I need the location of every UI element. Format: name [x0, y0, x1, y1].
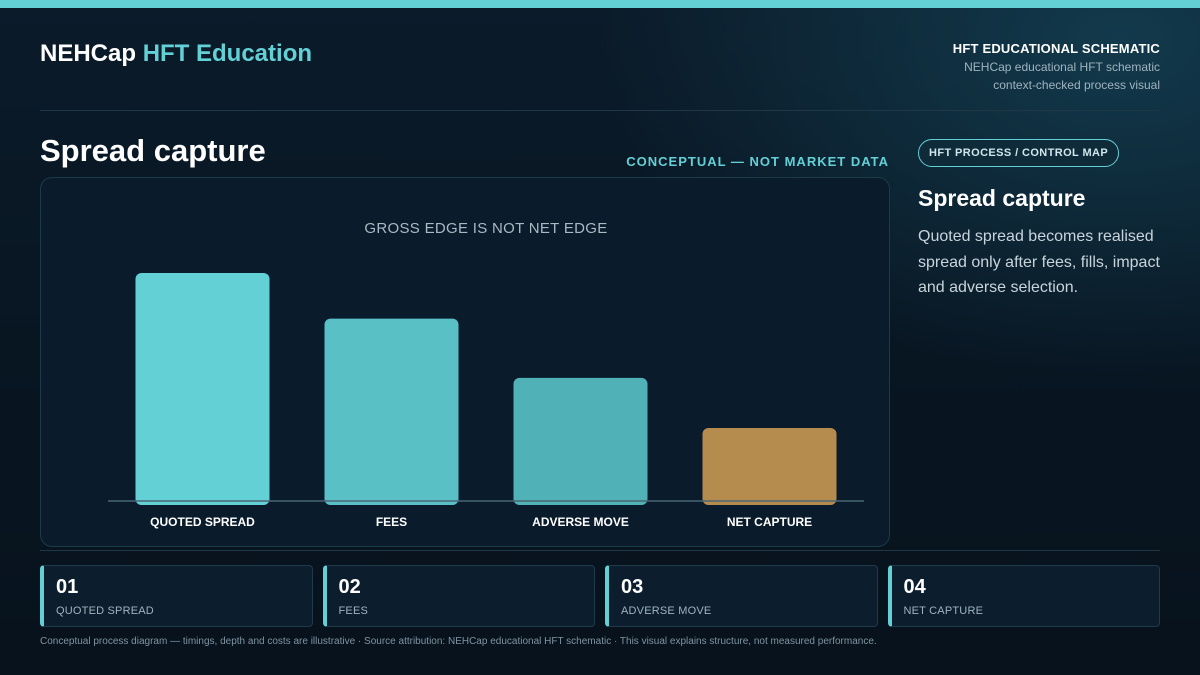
x-tick-label: FEES	[376, 515, 407, 529]
brand-accent: HFT Education	[142, 40, 313, 67]
x-tick-label: ADVERSE MOVE	[532, 515, 629, 529]
schematic-title: HFT EDUCATIONAL SCHEMATIC	[952, 41, 1160, 56]
step-card-1: 01 QUOTED SPREAD	[40, 565, 313, 627]
bar-chart: GROSS EDGE IS NOT NET EDGE QUOTED SPREAD F…	[108, 220, 864, 529]
process-map-chip: HFT PROCESS / CONTROL MAP	[918, 139, 1120, 167]
bar-quoted-spread	[135, 273, 270, 505]
step-cards: 01 QUOTED SPREAD 02 FEES 03 ADVERSE MOVE…	[40, 565, 1160, 627]
side-description: Quoted spread becomes realised spread on…	[918, 228, 1160, 296]
bar-adverse-move	[513, 377, 648, 505]
side-title: Spread capture	[918, 185, 1086, 211]
x-tick-label: QUOTED SPREAD	[150, 515, 255, 529]
x-tick-label: NET CAPTURE	[727, 515, 812, 529]
step-label: QUOTED SPREAD	[56, 605, 154, 617]
header-info: HFT EDUCATIONAL SCHEMATIC NEHCap educati…	[953, 41, 1160, 92]
brand-title: NEHCap HFT Education	[40, 40, 312, 68]
step-number: 01	[56, 576, 79, 598]
header-divider	[40, 110, 1160, 111]
footnote: Conceptual process diagram — timings, de…	[40, 636, 877, 647]
step-number: 03	[621, 576, 644, 598]
step-label: NET CAPTURE	[903, 605, 984, 617]
chart-title: GROSS EDGE IS NOT NET EDGE	[364, 220, 607, 237]
schematic-subtitle: NEHCap educational HFT schematic	[964, 60, 1160, 74]
brand-main: NEHCap	[40, 40, 137, 67]
top-accent-bar	[0, 0, 1200, 8]
footer-divider	[40, 550, 1160, 551]
chart-panel: GROSS EDGE IS NOT NET EDGE QUOTED SPREAD F…	[40, 177, 890, 547]
step-label: ADVERSE MOVE	[621, 605, 712, 617]
step-number: 04	[903, 576, 926, 598]
step-card-3: 03 ADVERSE MOVE	[605, 565, 878, 627]
step-card-2: 02 FEES	[322, 565, 595, 627]
page-title: Spread capture	[40, 133, 266, 168]
step-card-4: 04 NET CAPTURE	[887, 565, 1160, 627]
step-label: FEES	[338, 605, 369, 617]
step-number: 02	[338, 576, 361, 598]
schematic-subtitle-2: context-checked process visual	[993, 78, 1160, 92]
bar-net-capture	[702, 428, 837, 505]
bar-fees	[324, 318, 459, 505]
conceptual-tag: CONCEPTUAL — NOT MARKET DATA	[626, 154, 889, 169]
